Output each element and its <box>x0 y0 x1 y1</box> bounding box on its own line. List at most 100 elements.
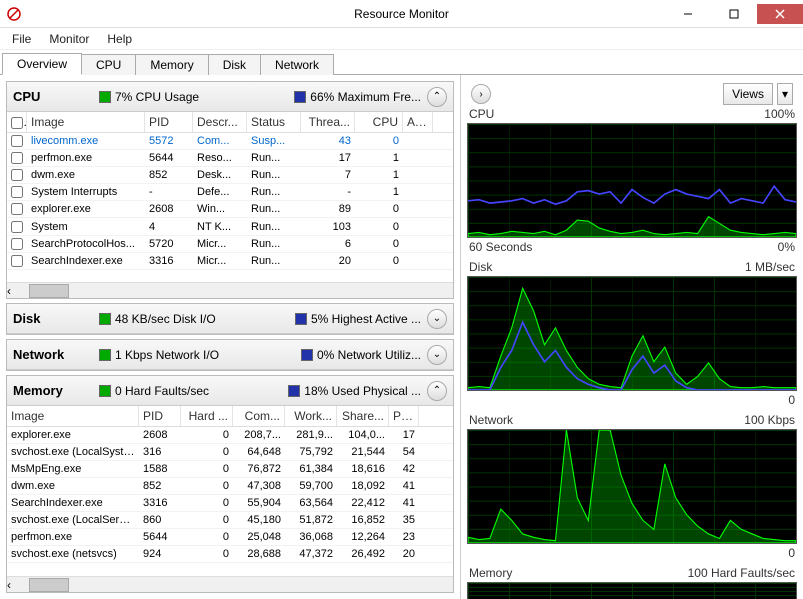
section-cpu-header[interactable]: CPU 7% CPU Usage 66% Maximum Fre... ⌃ <box>7 82 453 112</box>
tab-network[interactable]: Network <box>260 54 334 75</box>
col-image[interactable]: Image <box>27 112 145 132</box>
right-pane: › Views ▾ CPU 100% 60 Seconds 0% Disk1 MB/… <box>460 75 803 599</box>
table-row[interactable]: explorer.exe2608 0208,7... 281,9...104,0… <box>7 427 453 444</box>
tab-memory[interactable]: Memory <box>135 54 208 75</box>
chart-network: Network100 Kbps 0 <box>467 413 797 560</box>
col-hard[interactable]: Hard ... <box>181 406 233 426</box>
row-checkbox[interactable] <box>11 255 23 267</box>
col-commit[interactable]: Com... <box>233 406 285 426</box>
table-row[interactable]: svchost.exe (LocalSyste...316 064,648 75… <box>7 444 453 461</box>
chart-memory: Memory100 Hard Faults/sec <box>467 566 797 599</box>
memory-grid-header: Image PID Hard ... Com... Work... Share.… <box>7 406 453 427</box>
swatch-icon <box>99 385 111 397</box>
network-chart-canvas <box>467 429 797 544</box>
cpu-section-title: CPU <box>13 89 93 104</box>
col-share[interactable]: Share... <box>337 406 389 426</box>
title-bar: Resource Monitor <box>0 0 803 28</box>
col-avg[interactable]: Av... <box>403 112 433 132</box>
menu-help[interactable]: Help <box>99 30 140 48</box>
table-row[interactable]: svchost.exe (LocalServi...860 045,180 51… <box>7 512 453 529</box>
memory-chart-canvas <box>467 582 797 599</box>
chart-title: CPU <box>469 107 494 121</box>
swatch-icon <box>295 313 307 325</box>
row-checkbox[interactable] <box>11 186 23 198</box>
disk-chart-canvas <box>467 276 797 391</box>
table-row[interactable]: System4 NT K...Run... 1030 <box>7 218 453 235</box>
section-cpu: CPU 7% CPU Usage 66% Maximum Fre... ⌃ Im… <box>6 81 454 299</box>
collapse-icon[interactable]: ⌃ <box>427 381 447 401</box>
collapse-icon[interactable]: ⌃ <box>427 87 447 107</box>
table-row[interactable]: SearchIndexer.exe3316 055,904 63,56422,4… <box>7 495 453 512</box>
table-row[interactable]: SearchProtocolHos...5720 Micr...Run... 6… <box>7 236 453 253</box>
section-memory-header[interactable]: Memory 0 Hard Faults/sec 18% Used Physic… <box>7 376 453 406</box>
swatch-icon <box>294 91 306 103</box>
cpu-usage-metric: 7% CPU Usage <box>115 90 199 104</box>
expand-icon[interactable]: ⌄ <box>427 309 447 329</box>
col-working[interactable]: Work... <box>285 406 337 426</box>
maximize-button[interactable] <box>711 4 757 24</box>
chart-cpu: CPU 100% 60 Seconds 0% <box>467 107 797 254</box>
col-pid[interactable]: PID <box>139 406 181 426</box>
left-pane: CPU 7% CPU Usage 66% Maximum Fre... ⌃ Im… <box>0 75 460 599</box>
col-private[interactable]: Pri... <box>389 406 419 426</box>
col-image[interactable]: Image <box>7 406 139 426</box>
disk-io-metric: 48 KB/sec Disk I/O <box>115 312 216 326</box>
select-all-checkbox[interactable] <box>11 117 23 129</box>
section-network: Network 1 Kbps Network I/O 0% Network Ut… <box>6 339 454 371</box>
row-checkbox[interactable] <box>11 221 23 233</box>
close-button[interactable] <box>757 4 803 24</box>
tab-disk[interactable]: Disk <box>208 54 261 75</box>
table-row[interactable]: explorer.exe2608 Win...Run... 890 <box>7 201 453 218</box>
chart-title: Memory <box>469 566 512 580</box>
table-row[interactable]: livecomm.exe5572 Com...Susp... 430 <box>7 133 453 150</box>
row-checkbox[interactable] <box>11 238 23 250</box>
table-row[interactable]: svchost.exe (netsvcs)924 028,688 47,3722… <box>7 546 453 563</box>
chart-min: 0% <box>778 240 795 254</box>
chart-xlabel: 60 Seconds <box>469 240 532 254</box>
col-threads[interactable]: Threa... <box>301 112 355 132</box>
table-row[interactable]: MsMpEng.exe1588 076,872 61,38418,61642 <box>7 461 453 478</box>
views-button[interactable]: Views <box>723 83 773 105</box>
col-pid[interactable]: PID <box>145 112 193 132</box>
views-dropdown-button[interactable]: ▾ <box>777 83 793 105</box>
chart-scale: 100 Kbps <box>744 413 795 427</box>
app-icon <box>6 6 22 22</box>
menu-monitor[interactable]: Monitor <box>41 30 97 48</box>
cpu-freq-metric: 66% Maximum Fre... <box>310 90 421 104</box>
chart-title: Network <box>469 413 513 427</box>
chart-scale: 100% <box>764 107 795 121</box>
memory-faults-metric: 0 Hard Faults/sec <box>115 384 209 398</box>
hide-charts-button[interactable]: › <box>471 84 491 104</box>
col-desc[interactable]: Descr... <box>193 112 247 132</box>
table-row[interactable]: perfmon.exe5644 Reso...Run... 171 <box>7 150 453 167</box>
memory-section-title: Memory <box>13 383 93 398</box>
row-checkbox[interactable] <box>11 169 23 181</box>
table-row[interactable]: dwm.exe852 047,308 59,70018,09241 <box>7 478 453 495</box>
table-row[interactable]: SearchIndexer.exe3316 Micr...Run... 200 <box>7 253 453 270</box>
swatch-icon <box>288 385 300 397</box>
disk-active-metric: 5% Highest Active ... <box>311 312 421 326</box>
table-row[interactable]: System Interrupts- Defe...Run... -1 <box>7 184 453 201</box>
col-status[interactable]: Status <box>247 112 301 132</box>
horizontal-scrollbar[interactable]: ‹ <box>7 576 453 592</box>
table-row[interactable]: perfmon.exe5644 025,048 36,06812,26423 <box>7 529 453 546</box>
menu-file[interactable]: File <box>4 30 39 48</box>
section-network-header[interactable]: Network 1 Kbps Network I/O 0% Network Ut… <box>7 340 453 370</box>
row-checkbox[interactable] <box>11 152 23 164</box>
expand-icon[interactable]: ⌄ <box>427 345 447 365</box>
col-cpu[interactable]: CPU <box>355 112 403 132</box>
memory-grid-body[interactable]: explorer.exe2608 0208,7... 281,9...104,0… <box>7 427 453 576</box>
row-checkbox[interactable] <box>11 203 23 215</box>
horizontal-scrollbar[interactable]: ‹ <box>7 282 453 298</box>
swatch-icon <box>301 349 313 361</box>
tab-cpu[interactable]: CPU <box>81 54 136 75</box>
section-disk-header[interactable]: Disk 48 KB/sec Disk I/O 5% Highest Activ… <box>7 304 453 334</box>
chart-disk: Disk1 MB/sec 0 <box>467 260 797 407</box>
minimize-button[interactable] <box>665 4 711 24</box>
row-checkbox[interactable] <box>11 135 23 147</box>
table-row[interactable]: dwm.exe852 Desk...Run... 71 <box>7 167 453 184</box>
network-io-metric: 1 Kbps Network I/O <box>115 348 219 362</box>
tab-overview[interactable]: Overview <box>2 53 82 75</box>
cpu-chart-canvas <box>467 123 797 238</box>
cpu-grid-body[interactable]: livecomm.exe5572 Com...Susp... 430 perfm… <box>7 133 453 282</box>
